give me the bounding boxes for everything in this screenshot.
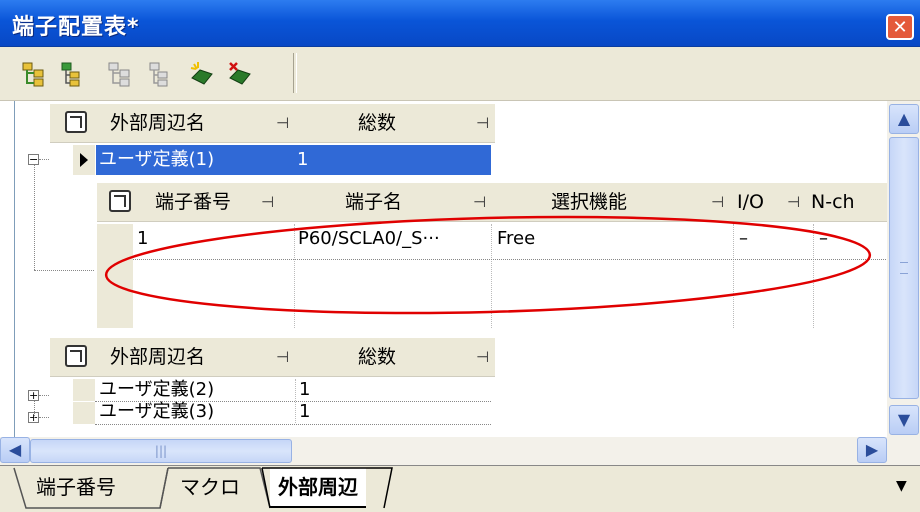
- row-selector[interactable]: [73, 402, 95, 424]
- outer-row-1-count[interactable]: 1: [295, 145, 491, 175]
- inner-row-io[interactable]: –: [739, 224, 748, 254]
- inner-row-pin-name[interactable]: P60/SCLA0/_S···: [298, 224, 440, 254]
- row-selector[interactable]: [73, 379, 95, 401]
- outer-row-1-name[interactable]: ユーザ定義(1): [96, 145, 295, 175]
- pin-icon[interactable]: ⊣: [473, 183, 486, 221]
- collapse-icon[interactable]: [146, 60, 174, 88]
- outer-row-3-count[interactable]: 1: [299, 397, 310, 427]
- pin-icon[interactable]: ⊣: [787, 183, 800, 221]
- column-header-name[interactable]: 外部周辺名: [110, 338, 205, 376]
- inner-row-nch[interactable]: –: [819, 224, 828, 254]
- inner-row-pin-no[interactable]: 1: [137, 224, 148, 254]
- scroll-right-icon[interactable]: ▶: [857, 437, 887, 463]
- scroll-up-icon[interactable]: ▲: [889, 104, 919, 134]
- column-header-count[interactable]: 総数: [358, 104, 396, 142]
- column-header-count[interactable]: 総数: [358, 338, 396, 376]
- current-row-arrow-icon: [80, 153, 88, 167]
- expand-icon[interactable]: [58, 60, 86, 88]
- collapse-toggle-icon[interactable]: −: [28, 154, 39, 165]
- inner-table-header: 端子番号 ⊣ 端子名 ⊣ 選択機能 ⊣ I/O ⊣ N-ch: [97, 183, 888, 222]
- horizontal-scroll-thumb[interactable]: |||: [30, 439, 292, 463]
- pin-icon[interactable]: ⊣: [276, 338, 289, 376]
- column-header-pin-no[interactable]: 端子番号: [155, 183, 231, 221]
- grid-icon[interactable]: [65, 111, 87, 133]
- tab-menu-dropdown-icon[interactable]: ▼: [896, 478, 907, 494]
- grid-icon[interactable]: [65, 345, 87, 367]
- add-icon[interactable]: [188, 60, 216, 88]
- inner-row-function[interactable]: Free: [497, 224, 535, 254]
- collapse-all-icon[interactable]: [106, 60, 134, 88]
- close-icon[interactable]: ✕: [886, 14, 914, 40]
- vertical-scrollbar[interactable]: ▲ ▼: [887, 101, 920, 437]
- toolbar-separator: [293, 53, 297, 93]
- pin-icon[interactable]: ⊣: [276, 104, 289, 142]
- tab-bar: 端子番号 マクロ 外部周辺 ▼: [0, 465, 920, 512]
- outer-table-header: 外部周辺名 ⊣ 総数 ⊣: [50, 104, 495, 143]
- pin-icon[interactable]: ⊣: [476, 104, 489, 142]
- column-header-io[interactable]: I/O: [737, 183, 764, 221]
- outer-row-3-name[interactable]: ユーザ定義(3): [99, 397, 214, 427]
- horizontal-scrollbar[interactable]: ◀ ||| ▶: [0, 437, 920, 465]
- window-title: 端子配置表*: [12, 15, 140, 40]
- grid-icon[interactable]: [109, 190, 131, 212]
- delete-icon[interactable]: [226, 60, 254, 88]
- column-header-nch[interactable]: N-ch: [811, 183, 855, 221]
- pin-icon[interactable]: ⊣: [711, 183, 724, 221]
- title-bar: 端子配置表* ✕: [0, 0, 920, 47]
- column-header-name[interactable]: 外部周辺名: [110, 104, 205, 142]
- toolbar: [0, 47, 920, 101]
- scroll-down-icon[interactable]: ▼: [889, 405, 919, 435]
- tab-outline: [13, 467, 393, 509]
- vertical-scroll-thumb[interactable]: [889, 137, 919, 399]
- column-header-function[interactable]: 選択機能: [551, 183, 627, 221]
- pin-icon[interactable]: ⊣: [261, 183, 274, 221]
- expand-toggle-icon[interactable]: +: [28, 390, 39, 401]
- scroll-left-icon[interactable]: ◀: [0, 437, 30, 463]
- expand-all-icon[interactable]: [20, 60, 48, 88]
- tree-view: 外部周辺名 ⊣ 総数 ⊣ − ユーザ定義(1) 1 端子番号 ⊣ 端子名 ⊣ 選…: [14, 101, 888, 437]
- pin-icon[interactable]: ⊣: [476, 338, 489, 376]
- column-header-pin-name[interactable]: 端子名: [345, 183, 402, 221]
- row-selector[interactable]: [73, 145, 95, 175]
- row-selector[interactable]: [97, 224, 133, 328]
- outer-table-header: 外部周辺名 ⊣ 総数 ⊣: [50, 338, 495, 377]
